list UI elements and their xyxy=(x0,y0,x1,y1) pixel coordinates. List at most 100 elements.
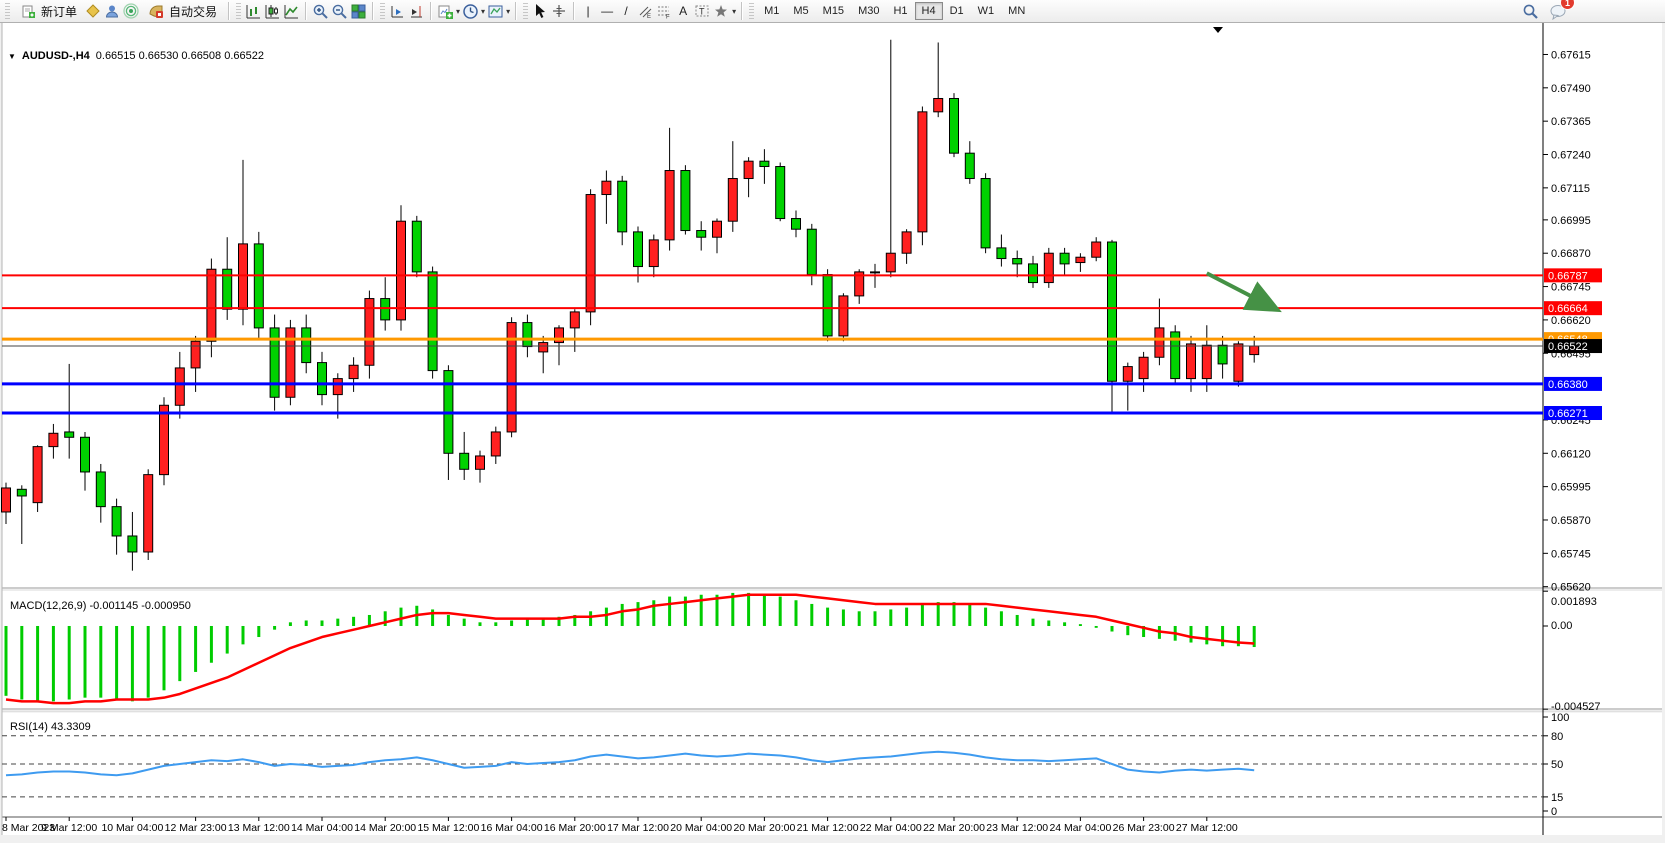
toolbar-grip[interactable] xyxy=(523,3,528,19)
macd-values: -0.001145 -0.000950 xyxy=(89,600,190,612)
toolbar-grip[interactable] xyxy=(5,3,10,19)
template-icon[interactable] xyxy=(486,2,504,20)
svg-text:15: 15 xyxy=(1551,792,1563,804)
candle-body xyxy=(728,179,737,222)
trendline-tool-icon[interactable]: / xyxy=(617,2,635,20)
fibonacci-tool-icon[interactable]: F xyxy=(655,2,673,20)
candle-body xyxy=(950,98,959,153)
svg-text:10 Mar 04:00: 10 Mar 04:00 xyxy=(101,822,163,834)
timeframe-M5[interactable]: M5 xyxy=(786,2,815,20)
new-order-icon xyxy=(19,2,37,20)
template-dropdown[interactable]: ▾ xyxy=(506,7,510,16)
svg-text:27 Mar 12:00: 27 Mar 12:00 xyxy=(1176,822,1238,834)
channel-tool-icon[interactable]: E xyxy=(636,2,654,20)
rsi-value: 43.3309 xyxy=(51,721,91,733)
candle-body xyxy=(491,432,500,456)
candle-body xyxy=(175,368,184,405)
svg-text:0.66620: 0.66620 xyxy=(1551,315,1591,327)
price-tag-label: 0.66787 xyxy=(1548,270,1588,282)
period-icon[interactable] xyxy=(461,2,479,20)
new-chart-icon[interactable] xyxy=(436,2,454,20)
candle-body xyxy=(112,507,121,536)
candle-body xyxy=(1187,344,1196,379)
tile-windows-icon[interactable] xyxy=(349,2,367,20)
timeframe-M1[interactable]: M1 xyxy=(757,2,786,20)
arrows-tool-icon[interactable] xyxy=(712,2,730,20)
candle-body xyxy=(1108,242,1117,381)
chart-title: ▼ AUDUSD-,H4 0.66515 0.66530 0.66508 0.6… xyxy=(8,50,264,62)
timeframe-H1[interactable]: H1 xyxy=(886,2,914,20)
text-label-tool-icon[interactable]: T xyxy=(693,2,711,20)
svg-text:22 Mar 04:00: 22 Mar 04:00 xyxy=(860,822,922,834)
chart-canvas[interactable]: 0.676150.674900.673650.672400.671150.669… xyxy=(0,23,1665,843)
candle-body xyxy=(49,433,58,446)
horizontal-line-tool-icon[interactable]: — xyxy=(598,2,616,20)
timeframe-M15[interactable]: M15 xyxy=(816,2,851,20)
zoom-in-icon[interactable] xyxy=(311,2,329,20)
notification-badge[interactable]: 1 xyxy=(1560,0,1575,10)
chart-symbol-period: AUDUSD-,H4 xyxy=(22,50,90,62)
market-depth-icon[interactable] xyxy=(84,2,102,20)
svg-text:14 Mar 20:00: 14 Mar 20:00 xyxy=(354,822,416,834)
line-chart-mode-icon[interactable] xyxy=(282,2,300,20)
cursor-icon[interactable] xyxy=(531,2,549,20)
candle-body xyxy=(428,272,437,371)
candle-body xyxy=(839,296,848,336)
new-chart-dropdown[interactable]: ▾ xyxy=(456,7,460,16)
crosshair-icon[interactable] xyxy=(550,2,568,20)
text-tool-icon[interactable]: A xyxy=(674,2,692,20)
vertical-line-tool-icon[interactable]: | xyxy=(579,2,597,20)
svg-text:26 Mar 23:00: 26 Mar 23:00 xyxy=(1113,822,1175,834)
svg-text:100: 100 xyxy=(1551,712,1569,724)
svg-text:20 Mar 20:00: 20 Mar 20:00 xyxy=(733,822,795,834)
candle-body xyxy=(776,167,785,219)
svg-text:23 Mar 12:00: 23 Mar 12:00 xyxy=(986,822,1048,834)
auto-scroll-icon[interactable] xyxy=(388,2,406,20)
market-watch-icon[interactable] xyxy=(103,2,121,20)
candle-body xyxy=(981,179,990,248)
timeframe-H4[interactable]: H4 xyxy=(915,2,943,20)
chart-shift-icon[interactable] xyxy=(407,2,425,20)
candle-body xyxy=(665,171,674,240)
timeframe-M30[interactable]: M30 xyxy=(851,2,886,20)
candle-body xyxy=(570,312,579,328)
candle-body xyxy=(697,231,706,238)
svg-text:0.66870: 0.66870 xyxy=(1551,248,1591,260)
svg-text:0.67365: 0.67365 xyxy=(1551,116,1591,128)
svg-text:13 Mar 12:00: 13 Mar 12:00 xyxy=(228,822,290,834)
svg-text:0.66995: 0.66995 xyxy=(1551,215,1591,227)
timeframe-D1[interactable]: D1 xyxy=(943,2,971,20)
candle-body xyxy=(349,365,358,378)
svg-text:E: E xyxy=(647,14,651,19)
candle-body xyxy=(1218,345,1227,364)
candle-body xyxy=(17,489,26,496)
svg-text:24 Mar 04:00: 24 Mar 04:00 xyxy=(1049,822,1111,834)
svg-text:0.66745: 0.66745 xyxy=(1551,282,1591,294)
toolbar-grip[interactable] xyxy=(749,3,754,19)
candle-body xyxy=(792,219,801,230)
period-dropdown[interactable]: ▾ xyxy=(481,7,485,16)
toolbar-grip[interactable] xyxy=(236,3,241,19)
candle-body xyxy=(81,437,90,472)
signals-icon[interactable] xyxy=(122,2,140,20)
timeframe-MN[interactable]: MN xyxy=(1001,2,1032,20)
bar-chart-mode-icon[interactable] xyxy=(244,2,262,20)
svg-text:0.67615: 0.67615 xyxy=(1551,49,1591,61)
candle-body xyxy=(397,221,406,320)
auto-trading-button[interactable]: 自动交易 xyxy=(141,0,223,22)
chart-collapse-icon[interactable]: ▼ xyxy=(8,52,16,61)
candle-body xyxy=(1155,328,1164,357)
new-order-button[interactable]: 新订单 xyxy=(13,0,83,22)
candlestick-mode-icon[interactable] xyxy=(263,2,281,20)
search-icon[interactable] xyxy=(1521,2,1539,20)
timeframe-W1[interactable]: W1 xyxy=(971,2,1002,20)
zoom-out-icon[interactable] xyxy=(330,2,348,20)
svg-text:0.65620: 0.65620 xyxy=(1551,582,1591,594)
chat-icon[interactable]: 1 xyxy=(1549,2,1567,20)
arrows-tool-dropdown[interactable]: ▾ xyxy=(732,7,736,16)
toolbar-grip[interactable] xyxy=(380,3,385,19)
chart-area[interactable]: 0.676150.674900.673650.672400.671150.669… xyxy=(0,23,1665,843)
candle-body xyxy=(1060,253,1069,264)
candle-body xyxy=(1013,259,1022,264)
candle-body xyxy=(539,343,548,352)
